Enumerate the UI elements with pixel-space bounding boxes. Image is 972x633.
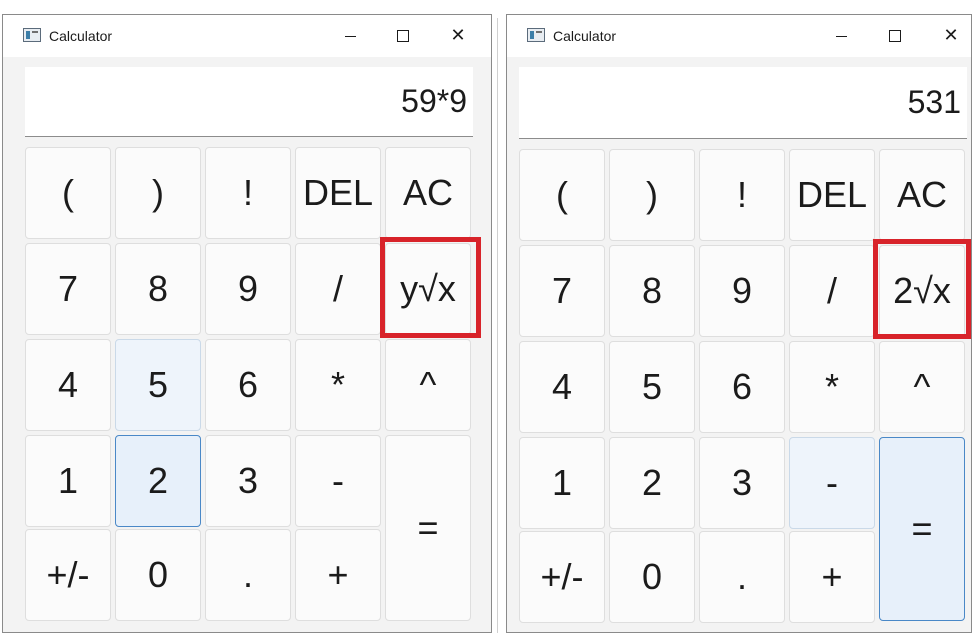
key-factorial[interactable]: ! xyxy=(699,149,785,241)
calculator-display: 531 xyxy=(519,67,967,139)
calculator-window-right: Calculator ✕ 531 ( ) ! DEL AC 7 8 9 / 2√… xyxy=(506,14,972,633)
key-4[interactable]: 4 xyxy=(519,341,605,433)
key-7[interactable]: 7 xyxy=(519,245,605,337)
key-decimal[interactable]: . xyxy=(205,529,291,621)
key-all-clear[interactable]: AC xyxy=(879,149,965,241)
maximize-icon[interactable] xyxy=(383,23,423,49)
key-equals[interactable]: = xyxy=(879,437,965,621)
key-5[interactable]: 5 xyxy=(609,341,695,433)
key-multiply[interactable]: * xyxy=(789,341,875,433)
key-open-paren[interactable]: ( xyxy=(25,147,111,239)
key-delete[interactable]: DEL xyxy=(295,147,381,239)
key-6[interactable]: 6 xyxy=(699,341,785,433)
key-power[interactable]: ^ xyxy=(879,341,965,433)
key-delete[interactable]: DEL xyxy=(789,149,875,241)
maximize-icon[interactable] xyxy=(875,23,915,49)
calculator-window-left: Calculator ✕ 59*9 ( ) ! DEL AC 7 8 9 / y… xyxy=(2,14,492,633)
key-plus[interactable]: + xyxy=(295,529,381,621)
key-4[interactable]: 4 xyxy=(25,339,111,431)
key-all-clear[interactable]: AC xyxy=(385,147,471,239)
key-1[interactable]: 1 xyxy=(25,435,111,527)
key-0[interactable]: 0 xyxy=(115,529,201,621)
key-negate[interactable]: +/- xyxy=(25,529,111,621)
key-factorial[interactable]: ! xyxy=(205,147,291,239)
key-3[interactable]: 3 xyxy=(699,437,785,529)
key-multiply[interactable]: * xyxy=(295,339,381,431)
key-7[interactable]: 7 xyxy=(25,243,111,335)
key-close-paren[interactable]: ) xyxy=(609,149,695,241)
calculator-display: 59*9 xyxy=(25,67,473,137)
calculator-app-icon xyxy=(527,28,545,42)
key-1[interactable]: 1 xyxy=(519,437,605,529)
key-root[interactable]: y√x xyxy=(385,243,471,335)
title-bar[interactable]: Calculator ✕ xyxy=(3,15,491,57)
key-divide[interactable]: / xyxy=(295,243,381,335)
key-power[interactable]: ^ xyxy=(385,339,471,431)
minimize-icon[interactable] xyxy=(821,23,861,49)
key-8[interactable]: 8 xyxy=(609,245,695,337)
key-9[interactable]: 9 xyxy=(205,243,291,335)
panel-divider xyxy=(497,18,498,633)
key-5[interactable]: 5 xyxy=(115,339,201,431)
key-3[interactable]: 3 xyxy=(205,435,291,527)
key-negate[interactable]: +/- xyxy=(519,531,605,623)
key-2[interactable]: 2 xyxy=(609,437,695,529)
key-0[interactable]: 0 xyxy=(609,531,695,623)
key-minus[interactable]: - xyxy=(295,435,381,527)
key-2[interactable]: 2 xyxy=(115,435,201,527)
calculator-app-icon xyxy=(23,28,41,42)
key-root[interactable]: 2√x xyxy=(879,245,965,337)
key-equals[interactable]: = xyxy=(385,435,471,621)
window-title: Calculator xyxy=(553,28,617,44)
key-decimal[interactable]: . xyxy=(699,531,785,623)
key-8[interactable]: 8 xyxy=(115,243,201,335)
key-divide[interactable]: / xyxy=(789,245,875,337)
minimize-icon[interactable] xyxy=(330,23,370,49)
window-title: Calculator xyxy=(49,28,113,44)
close-icon[interactable]: ✕ xyxy=(931,23,971,49)
key-open-paren[interactable]: ( xyxy=(519,149,605,241)
title-bar[interactable]: Calculator ✕ xyxy=(507,15,971,57)
key-close-paren[interactable]: ) xyxy=(115,147,201,239)
key-9[interactable]: 9 xyxy=(699,245,785,337)
close-icon[interactable]: ✕ xyxy=(438,23,478,49)
key-minus[interactable]: - xyxy=(789,437,875,529)
key-6[interactable]: 6 xyxy=(205,339,291,431)
key-plus[interactable]: + xyxy=(789,531,875,623)
